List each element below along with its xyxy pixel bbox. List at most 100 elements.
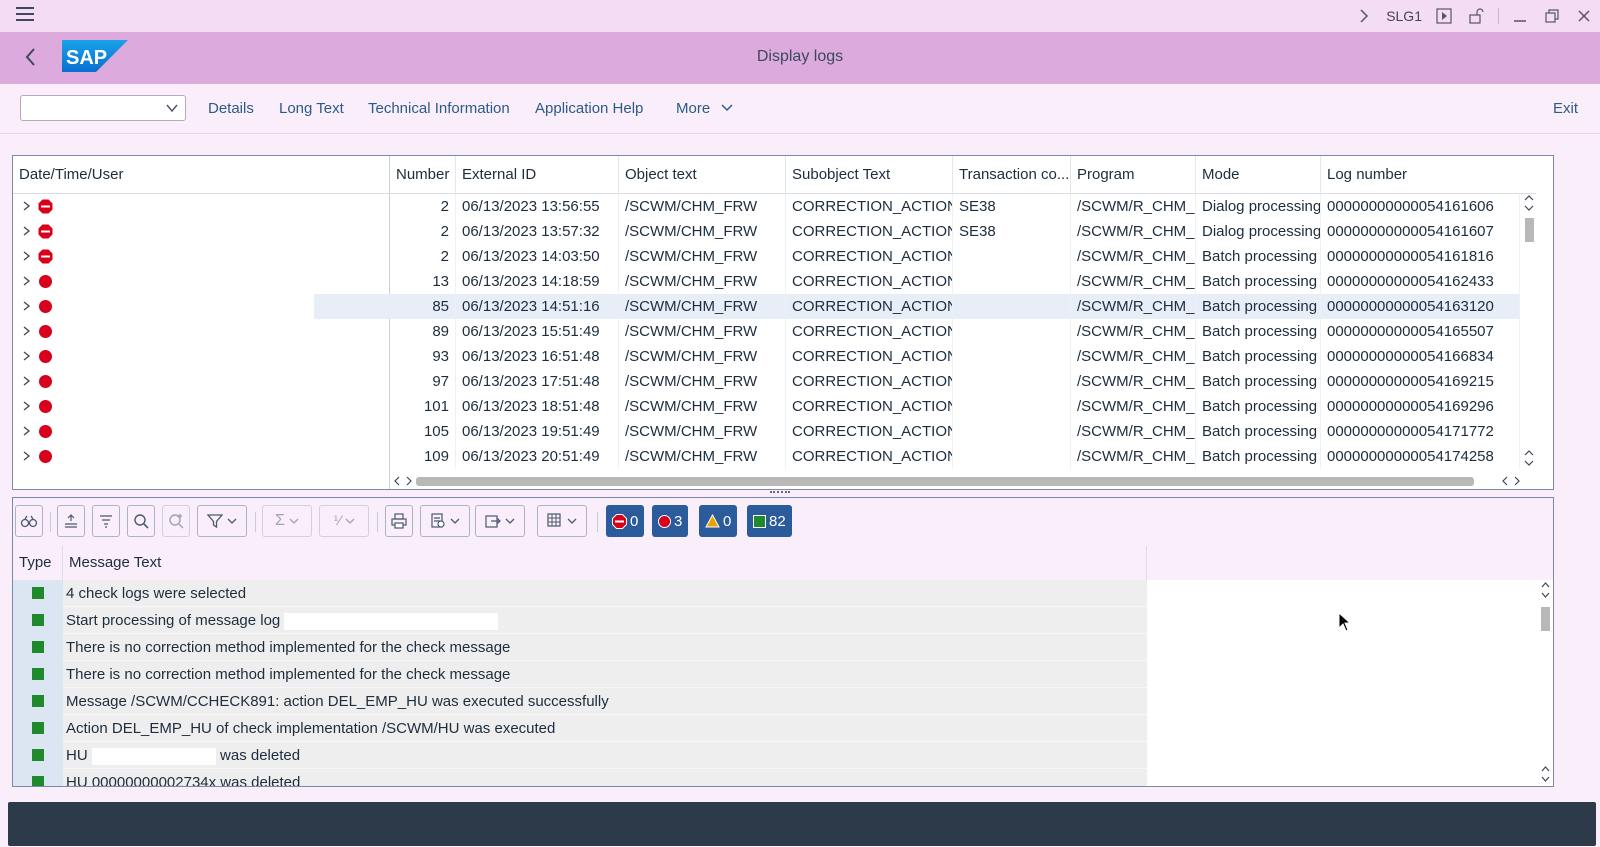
views-button[interactable] [420,505,470,537]
table-row[interactable]: 13 06/13/2023 14:18:59/SCWM/CHM_FRW CORREC… [390,269,1520,294]
column-header-message-text[interactable]: Message Text [63,546,1147,580]
scroll-down-icon[interactable] [1538,764,1553,786]
tree-header[interactable]: Date/Time/User [13,156,390,194]
table-row[interactable]: 2 06/13/2023 13:57:32/SCWM/CHM_FRW CORRECT… [390,219,1520,244]
error-messages-counter[interactable]: 3 [652,505,689,537]
expand-chevron-icon[interactable] [23,376,31,386]
expand-chevron-icon[interactable] [23,226,31,236]
column-header-transaction-code[interactable]: Transaction co... [953,156,1071,194]
column-header-mode[interactable]: Mode [1196,156,1321,194]
column-header-external-id[interactable]: External ID [456,156,619,194]
message-vertical-scrollbar[interactable] [1538,580,1553,786]
column-header-number[interactable]: Number [390,156,456,194]
column-header-program[interactable]: Program [1071,156,1196,194]
table-row[interactable]: 2 06/13/2023 14:03:50/SCWM/CHM_FRW CORRECT… [390,244,1520,269]
more-button[interactable]: More [676,100,734,117]
expand-chevron-icon[interactable] [23,251,31,261]
table-row[interactable]: 89 06/13/2023 15:51:49/SCWM/CHM_FRW CORREC… [390,319,1520,344]
expand-chevron-icon[interactable] [23,276,31,286]
details-button[interactable]: Details [208,100,254,117]
scrollbar-thumb[interactable] [1525,218,1534,242]
table-row[interactable]: 109 06/13/2023 20:51:49/SCWM/CHM_FRW CORRE… [390,444,1520,469]
scrollbar-thumb[interactable] [416,477,1474,486]
scroll-left-right-icon[interactable] [1500,474,1522,488]
subtotal-button[interactable]: ⅟ [319,505,369,537]
table-row[interactable]: 101 06/13/2023 18:51:48/SCWM/CHM_FRW CORRE… [390,394,1520,419]
expand-chevron-icon[interactable] [23,351,31,361]
hamburger-menu-icon[interactable] [16,7,34,21]
sort-descending-button[interactable] [92,505,120,537]
scroll-down-icon[interactable] [1522,449,1536,469]
scroll-up-icon[interactable] [1538,580,1553,602]
restore-icon[interactable] [1536,0,1568,32]
tree-row[interactable] [13,344,390,369]
print-button[interactable] [385,505,413,537]
tree-row[interactable] [13,194,390,219]
cell-program: /SCWM/R_CHM_LOG [1071,419,1196,444]
chevron-right-icon[interactable] [1348,0,1380,32]
filter-button[interactable] [197,505,247,537]
tree-row[interactable] [13,444,390,469]
search-next-button[interactable] [162,505,190,537]
message-row[interactable]: There is no correction method implemente… [13,634,1538,661]
panel-splitter[interactable] [770,491,790,495]
scroll-up-icon[interactable] [1522,194,1536,214]
cell-program: /SCWM/R_CHM_LOG [1071,269,1196,294]
expand-chevron-icon[interactable] [23,401,31,411]
minimize-icon[interactable] [1504,0,1536,32]
search-button[interactable] [127,505,155,537]
tree-row[interactable] [13,419,390,444]
table-row[interactable]: 97 06/13/2023 17:51:48/SCWM/CHM_FRW CORREC… [390,369,1520,394]
table-row[interactable]: 93 06/13/2023 16:51:48/SCWM/CHM_FRW CORREC… [390,344,1520,369]
message-row[interactable]: Message /SCWM/CCHECK891: action DEL_EMP_… [13,688,1538,715]
grid-horizontal-scrollbar[interactable] [390,473,1536,489]
scrollbar-thumb[interactable] [1541,607,1550,631]
expand-chevron-icon[interactable] [23,301,31,311]
message-row[interactable]: 4 check logs were selected [13,580,1538,607]
message-row[interactable]: HU was deleted [13,742,1538,769]
warning-messages-counter[interactable]: 0 [699,505,738,537]
column-header-type[interactable]: Type [13,546,63,580]
long-text-button[interactable]: Long Text [279,100,344,117]
error-icon [39,350,52,363]
message-row[interactable]: There is no correction method implemente… [13,661,1538,688]
tree-horizontal-scrollbar[interactable] [13,473,390,489]
total-button[interactable]: Σ [262,505,312,537]
success-messages-counter[interactable]: 82 [747,505,792,537]
expand-chevron-icon[interactable] [23,451,31,461]
cell-program: /SCWM/R_CHM_LOG [1071,219,1196,244]
play-icon[interactable] [1428,0,1460,32]
export-button[interactable] [475,505,525,537]
message-row[interactable]: Start processing of message log [13,607,1538,634]
table-row[interactable]: 85 06/13/2023 14:51:16/SCWM/CHM_FRW CORREC… [390,294,1520,319]
table-row[interactable]: 105 06/13/2023 19:51:49/SCWM/CHM_FRW CORRE… [390,419,1520,444]
table-row[interactable]: 2 06/13/2023 13:56:55/SCWM/CHM_FRW CORRECT… [390,194,1520,219]
tree-row[interactable] [13,394,390,419]
tree-row[interactable] [13,269,390,294]
expand-chevron-icon[interactable] [23,201,31,211]
close-icon[interactable] [1568,0,1600,32]
exit-button[interactable]: Exit [1553,100,1578,117]
expand-chevron-icon[interactable] [23,426,31,436]
layout-button[interactable] [537,505,587,537]
grid-vertical-scrollbar[interactable] [1522,194,1536,469]
unlock-icon[interactable] [1460,0,1492,32]
scroll-left-right-icon[interactable] [392,474,414,488]
column-header-log-number[interactable]: Log number [1321,156,1536,194]
message-row[interactable]: Action DEL_EMP_HU of check implementatio… [13,715,1538,742]
tree-row[interactable] [13,294,390,319]
variant-dropdown[interactable] [20,95,186,121]
tree-row[interactable] [13,219,390,244]
column-header-subobject-text[interactable]: Subobject Text [786,156,953,194]
technical-information-button[interactable]: Technical Information [368,100,510,117]
find-button[interactable] [15,505,43,537]
expand-chevron-icon[interactable] [23,326,31,336]
sort-ascending-button[interactable] [57,505,85,537]
tree-row[interactable] [13,369,390,394]
column-header-object-text[interactable]: Object text [619,156,786,194]
tree-row[interactable] [13,319,390,344]
tree-row[interactable] [13,244,390,269]
application-help-button[interactable]: Application Help [535,100,643,117]
message-row[interactable]: HU 00000000002734x was deleted [13,769,1538,786]
stop-messages-counter[interactable]: 0 [606,505,645,537]
